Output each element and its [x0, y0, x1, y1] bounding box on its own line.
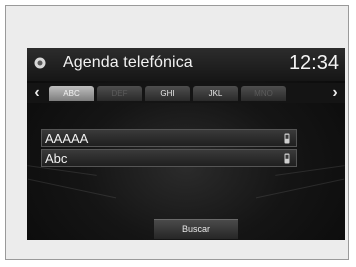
page-title: Agenda telefónica — [63, 54, 193, 71]
contact-row[interactable]: Abc — [41, 149, 297, 167]
tab-abc[interactable]: ABC — [49, 86, 94, 101]
phone-icon — [284, 133, 290, 144]
background-streak — [27, 178, 117, 199]
figure-frame: Agenda telefónica 12:34 ‹ ABC DEF GHI JK… — [5, 5, 349, 260]
search-button[interactable]: Buscar — [154, 219, 238, 239]
chevron-left-icon[interactable]: ‹ — [30, 84, 44, 102]
tab-mno: MNO — [241, 86, 286, 101]
home-icon[interactable] — [34, 57, 46, 69]
screen-header: Agenda telefónica 12:34 — [27, 48, 345, 81]
chevron-right-icon[interactable]: › — [328, 84, 342, 102]
background-streak — [255, 178, 345, 199]
navigation-screen: Agenda telefónica 12:34 ‹ ABC DEF GHI JK… — [27, 48, 345, 240]
alphabet-tab-bar: ‹ ABC DEF GHI JKL MNO › — [27, 83, 345, 103]
tab-ghi[interactable]: GHI — [145, 86, 190, 101]
clock: 12:34 — [288, 52, 339, 74]
contact-name: AAAAA — [45, 131, 89, 146]
contact-row[interactable]: AAAAA — [41, 129, 297, 147]
tab-jkl[interactable]: JKL — [193, 86, 238, 101]
tab-def: DEF — [97, 86, 142, 101]
phone-icon — [284, 153, 290, 164]
contact-name: Abc — [45, 151, 68, 166]
